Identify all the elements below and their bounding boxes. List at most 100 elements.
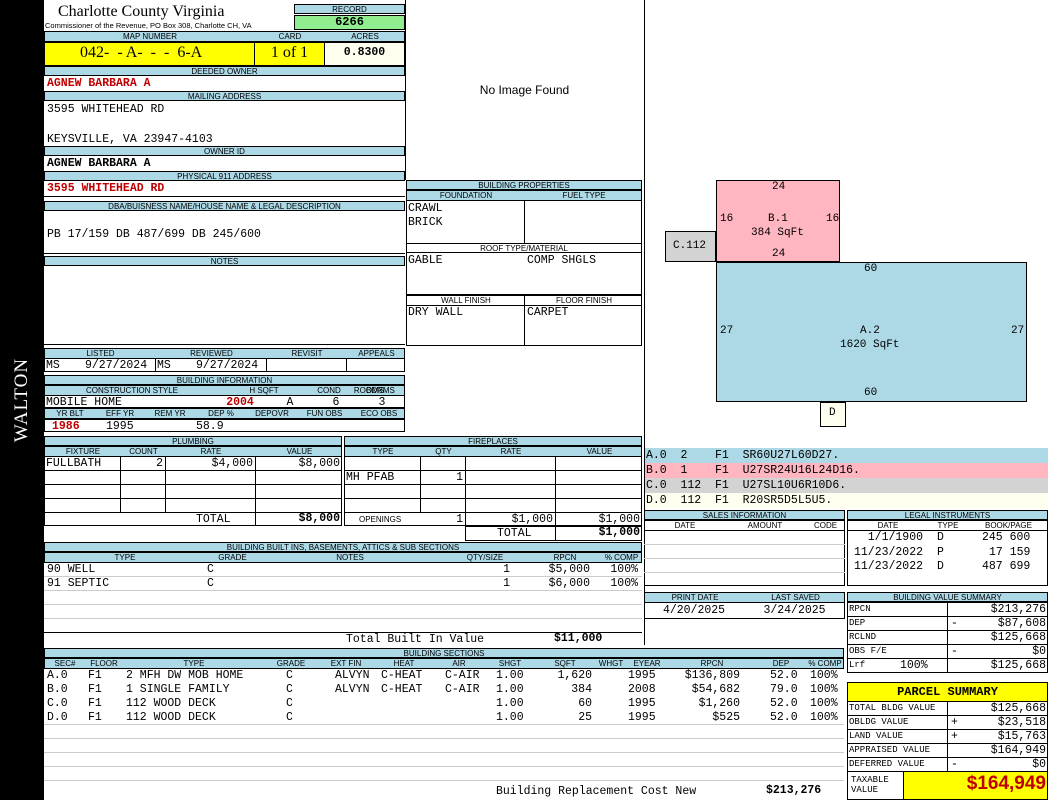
summary-value: $125,668 xyxy=(990,659,1046,672)
floor-finish: CARPET xyxy=(527,306,569,319)
summary-label: APPRAISED VALUE xyxy=(849,745,931,755)
value-label: VALUE xyxy=(286,447,313,456)
sketch-code-text: D.0 112 F1 R20SR5D5L5U5. xyxy=(646,494,833,507)
summary-sign: - xyxy=(951,758,958,771)
dep-label: DEP % xyxy=(208,409,234,418)
bi-row-grade: C xyxy=(207,563,214,576)
physical-address: 3595 WHITEHEAD RD xyxy=(47,182,165,195)
divider xyxy=(44,498,342,499)
bs-comp: 100% xyxy=(810,683,838,696)
openings-qty: 1 xyxy=(456,513,463,526)
building-properties-title: BUILDING PROPERTIES xyxy=(406,180,642,190)
bs-grade: C xyxy=(286,711,293,724)
rcn-label: Building Replacement Cost New xyxy=(496,785,697,798)
mailing-address-label: MAILING ADDRESS xyxy=(44,91,405,101)
foundation-label: FOUNDATION xyxy=(439,191,493,200)
bs-floor: F1 xyxy=(88,711,102,724)
reviewed-date: 9/27/2024 xyxy=(196,359,259,372)
sketch-code-row: A.0 2 F1 SR60U27L60D27. xyxy=(645,448,1048,463)
remyr-label: REM YR xyxy=(154,409,186,418)
year-built: 1986 xyxy=(52,420,80,433)
bi-row-type: 91 SEPTIC xyxy=(47,577,110,590)
listed-date: 9/27/2024 xyxy=(85,359,148,372)
roof-material: COMP SHGLS xyxy=(527,254,597,267)
divider xyxy=(44,253,405,254)
bs-grade-label: GRADE xyxy=(276,659,306,668)
bs-extfin-label: EXT FIN xyxy=(330,659,362,668)
acres-value: 0.8300 xyxy=(343,46,386,59)
divider xyxy=(44,590,642,591)
sketch-a-bottom: 60 xyxy=(864,387,878,399)
deeded-owner: AGNEW BARBARA A xyxy=(47,77,151,90)
bs-grade: C xyxy=(286,697,293,710)
fp-rate-label: RATE xyxy=(500,447,522,456)
divider xyxy=(44,752,844,753)
hsqft-label: H SQFT xyxy=(249,386,279,395)
li-book: 17 159 xyxy=(989,546,1031,559)
divider xyxy=(44,344,405,345)
bs-rpcn: $1,260 xyxy=(698,697,740,710)
divider xyxy=(44,196,405,197)
roof-type: GABLE xyxy=(408,254,443,267)
summary-value: $125,668 xyxy=(990,702,1046,715)
sketch-b-right: 16 xyxy=(826,213,840,225)
bs-comp: 100% xyxy=(810,697,838,710)
summary-label: RCLND xyxy=(849,632,877,642)
summary-label: OBLDG VALUE xyxy=(849,717,909,727)
record-value: 6266 xyxy=(294,15,405,30)
plumbing-fixture: FULLBATH xyxy=(46,457,102,470)
wall-finish-label: WALL FINISH xyxy=(441,296,491,305)
fp-qty-label: QTY xyxy=(435,447,452,456)
legal-instruments-title: LEGAL INSTRUMENTS xyxy=(847,510,1048,520)
bs-eyear: 1995 xyxy=(628,711,656,724)
bs-dep: 79.0 xyxy=(770,683,798,696)
divider xyxy=(344,484,642,485)
bdrms-label: BDRMS xyxy=(366,386,395,395)
county-title: Charlotte County Virginia xyxy=(58,3,225,20)
taxable-label: TAXABLE VALUE xyxy=(851,775,889,795)
summary-sign: - xyxy=(951,617,958,630)
bs-eyear: 1995 xyxy=(628,697,656,710)
commissioner-line: Commissioner of the Revenue, PO Box 308,… xyxy=(45,21,252,30)
bs-floor: F1 xyxy=(88,697,102,710)
bi-notes-label: NOTES xyxy=(336,553,364,562)
bs-sec: B.0 xyxy=(47,683,68,696)
plumbing-total-label: TOTAL xyxy=(196,513,231,526)
summary-label: OBS F/E xyxy=(849,646,887,656)
reviewed-label: REVIEWED xyxy=(190,349,233,358)
summary-value: $213,276 xyxy=(990,603,1046,616)
bs-floor: F1 xyxy=(88,669,102,682)
bs-air-label: AIR xyxy=(452,659,466,668)
no-image-text: No Image Found xyxy=(479,83,570,97)
divider xyxy=(947,630,948,645)
listed-by: MS xyxy=(46,359,60,372)
sketch-c-label: C.112 xyxy=(673,240,707,252)
openings-rate: $1,000 xyxy=(511,513,553,526)
print-date: 4/20/2025 xyxy=(662,604,726,617)
bs-shgt: 1.00 xyxy=(496,711,524,724)
count-label: COUNT xyxy=(129,447,158,456)
wall-finish: DRY WALL xyxy=(408,306,464,319)
divider xyxy=(524,200,525,244)
bs-rpcn: $54,682 xyxy=(691,683,740,696)
sidebar: WALTON xyxy=(0,0,44,800)
fuel-type-label: FUEL TYPE xyxy=(562,191,606,200)
bs-comp: 100% xyxy=(810,669,838,682)
bi-rpcn-label: RPCN xyxy=(553,553,577,562)
acres-label: ACRES xyxy=(351,32,379,41)
plumbing-value: $8,000 xyxy=(298,457,340,470)
summary-value: $0 xyxy=(1032,645,1046,658)
last-saved: 3/24/2025 xyxy=(763,604,826,617)
bi-grade-label: GRADE xyxy=(218,553,247,562)
sketch-b-left: 16 xyxy=(720,213,734,225)
bs-type: 2 MFH DW MOB HOME xyxy=(126,669,244,682)
bs-extfin: ALVYN xyxy=(335,683,370,696)
sketch-b-top: 24 xyxy=(772,181,786,193)
sketch-a-top: 60 xyxy=(864,263,878,275)
bs-grade: C xyxy=(286,683,293,696)
li-date: 11/23/2022 xyxy=(853,546,923,559)
divider xyxy=(644,544,845,545)
funobs-label: FUN OBS xyxy=(306,409,343,418)
plumbing-title: PLUMBING xyxy=(44,436,342,446)
sketch-a-label: A.2 xyxy=(860,325,880,337)
